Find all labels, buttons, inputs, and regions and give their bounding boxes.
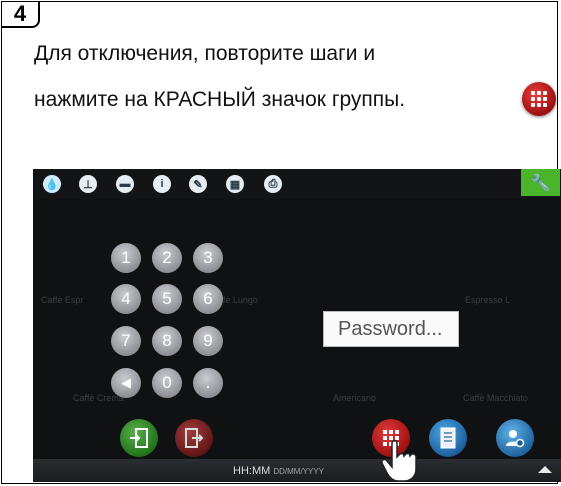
key-7[interactable]: 7 bbox=[111, 326, 141, 356]
key-dot[interactable]: . bbox=[193, 368, 223, 398]
key-0[interactable]: 0 bbox=[152, 368, 182, 398]
key-4[interactable]: 4 bbox=[111, 284, 141, 314]
instruction-line-2: нажмите на КРАСНЫЙ значок группы. bbox=[34, 88, 406, 111]
clock-icon[interactable]: ⊥ bbox=[79, 175, 97, 193]
exit-icon bbox=[185, 428, 204, 448]
device-screen: 💧 ⊥ ▬ i ✎ ▦ ⎙ 🔧 Caffè Espr Caffè Lungo E… bbox=[33, 169, 561, 482]
key-2[interactable]: 2 bbox=[152, 243, 182, 273]
folder-icon[interactable]: ▬ bbox=[116, 175, 134, 193]
document-button[interactable] bbox=[429, 419, 467, 457]
calculator-icon[interactable]: ▦ bbox=[226, 175, 244, 193]
expand-up-icon[interactable] bbox=[538, 466, 552, 473]
document-icon bbox=[440, 427, 456, 449]
user-settings-icon bbox=[506, 430, 525, 448]
key-9[interactable]: 9 bbox=[193, 326, 223, 356]
bg-product-label: Americano bbox=[333, 393, 377, 403]
clock-date: DD/MM/YYYY bbox=[273, 467, 325, 476]
password-input[interactable]: Password... bbox=[323, 311, 459, 347]
enter-icon bbox=[130, 428, 148, 448]
exit-button[interactable] bbox=[175, 419, 213, 457]
key-6[interactable]: 6 bbox=[193, 284, 223, 314]
clock-time: HH:MM bbox=[233, 465, 271, 477]
key-8[interactable]: 8 bbox=[152, 326, 182, 356]
pointing-hand-icon bbox=[381, 440, 417, 482]
key-5[interactable]: 5 bbox=[152, 284, 182, 314]
bg-product-label: Espresso L bbox=[465, 295, 511, 305]
clock-display: HH:MM DD/MM/YYYY bbox=[233, 465, 324, 477]
key-1[interactable]: 1 bbox=[111, 243, 141, 273]
instruction-line-1: Для отключения, повторите шаги и bbox=[34, 42, 376, 65]
top-toolbar: 💧 ⊥ ▬ i ✎ ▦ ⎙ 🔧 bbox=[33, 169, 561, 199]
user-settings-button[interactable] bbox=[496, 419, 534, 457]
key-3[interactable]: 3 bbox=[193, 243, 223, 273]
pencil-icon[interactable]: ✎ bbox=[189, 175, 207, 193]
red-group-icon bbox=[522, 82, 556, 116]
bg-product-label: Caffè Macchiato bbox=[463, 393, 528, 403]
bg-product-label: Caffè Espr bbox=[41, 295, 84, 305]
key-backspace[interactable]: ◀ bbox=[111, 368, 141, 398]
enter-button[interactable] bbox=[120, 419, 158, 457]
info-icon[interactable]: i bbox=[153, 175, 171, 193]
step-number-badge: 4 bbox=[2, 1, 40, 28]
printer-icon[interactable]: ⎙ bbox=[264, 175, 282, 193]
wrench-icon[interactable]: 🔧 bbox=[521, 169, 560, 196]
drop-icon[interactable]: 💧 bbox=[43, 175, 61, 193]
